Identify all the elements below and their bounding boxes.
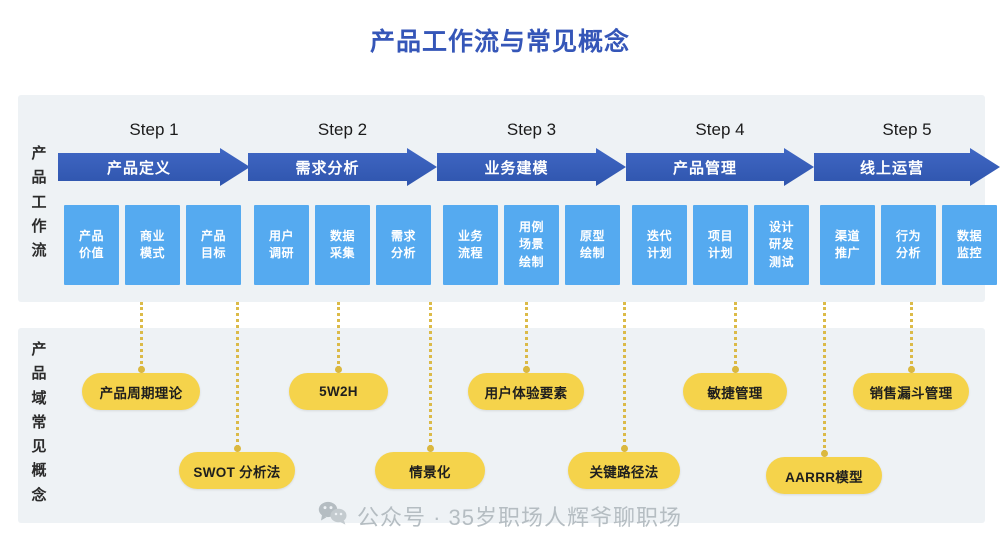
concept-pill[interactable]: 用户体验要素 [468,373,584,410]
connector-dot [732,366,739,373]
activity-box[interactable]: 设计 研发 测试 [754,205,809,285]
vertical-label-char: 品 [31,365,47,383]
step-phase-label: 业务建模 [484,159,549,177]
concept-pill[interactable]: 产品周期理论 [82,373,200,410]
concept-pill[interactable]: AARRR模型 [766,457,882,494]
connector-line [525,302,531,369]
activity-box[interactable]: 业务 流程 [443,205,498,285]
connector-line [429,302,435,448]
activity-box[interactable]: 迭代 计划 [632,205,687,285]
connector-dot [138,366,145,373]
watermark: 公众号 · 35岁职场人辉爷聊职场 [0,500,1000,532]
activity-box[interactable]: 原型 绘制 [565,205,620,285]
connector-dot [621,445,628,452]
step-number-label: Step 2 [317,120,368,139]
connector-dot [908,366,915,373]
activity-box[interactable]: 用户 调研 [254,205,309,285]
concept-pill[interactable]: 销售漏斗管理 [853,373,969,410]
step-number-label: Step 3 [506,120,557,139]
step-phase-label: 产品定义 [106,159,171,177]
vertical-label-char: 作 [31,217,47,235]
activity-box[interactable]: 项目 计划 [693,205,748,285]
connector-line [236,302,242,448]
concepts-section-label: 产品域常见概念 [28,338,50,508]
concept-pill[interactable]: 5W2H [289,373,388,410]
connector-dot [234,445,241,452]
activity-box[interactable]: 产品 价值 [64,205,119,285]
page-title: 产品工作流与常见概念 [369,28,630,56]
connector-line [910,302,916,369]
activity-box[interactable]: 数据 采集 [315,205,370,285]
concept-pill[interactable]: SWOT 分析法 [179,452,295,489]
connector-dot [427,445,434,452]
vertical-label-char: 见 [31,438,47,456]
connector-line [623,302,629,448]
step-phase-label: 需求分析 [295,159,360,177]
step-number-label: Step 1 [129,120,179,139]
vertical-label-char: 产 [31,341,47,358]
connector-line [140,302,146,369]
workflow-section-label: 产品工作流 [28,142,50,263]
concept-pill[interactable]: 关键路径法 [568,452,680,489]
step-5-activities: 渠道 推广 行为 分析 数据 监控 [820,205,997,285]
vertical-label-char: 流 [31,242,47,260]
concept-pill[interactable]: 敏捷管理 [683,373,787,410]
connector-line [823,302,829,453]
vertical-label-char: 概 [31,462,47,480]
activity-box[interactable]: 产品 目标 [186,205,241,285]
activity-box[interactable]: 需求 分析 [376,205,431,285]
concept-pill[interactable]: 情景化 [375,452,485,489]
step-3-activities: 业务 流程 用例 场景 绘制 原型 绘制 [443,205,620,285]
wechat-icon [318,501,348,531]
connector-dot [335,366,342,373]
step-4-activities: 迭代 计划 项目 计划 设计 研发 测试 [632,205,809,285]
connector-dot [523,366,530,373]
activity-box[interactable]: 数据 监控 [942,205,997,285]
vertical-label-char: 常 [31,413,47,431]
watermark-text: 公众号 · 35岁职场人辉爷聊职场 [356,505,683,530]
connector-dot [821,450,828,457]
vertical-label-char: 域 [31,389,47,407]
activity-box[interactable]: 渠道 推广 [820,205,875,285]
step-phase-label: 产品管理 [672,159,737,177]
step-number-label: Step 5 [882,120,932,139]
connector-line [337,302,343,369]
connector-line [734,302,740,369]
vertical-label-char: 品 [31,169,47,187]
vertical-label-char: 工 [31,193,47,211]
slide-canvas: 产品工作流与常见概念 产品工作流 Step 1 产品定义 产品 价值 商业 模式 产品 目标 S… [0,0,1000,548]
step-2-activities: 用户 调研 数据 采集 需求 分析 [254,205,431,285]
vertical-label-char: 产 [31,145,47,162]
step-phase-label: 线上运营 [859,159,924,177]
step-number-label: Step 4 [695,120,745,139]
activity-box[interactable]: 商业 模式 [125,205,180,285]
activity-box[interactable]: 用例 场景 绘制 [504,205,559,285]
step-1-activities: 产品 价值 商业 模式 产品 目标 [64,205,241,285]
activity-box[interactable]: 行为 分析 [881,205,936,285]
